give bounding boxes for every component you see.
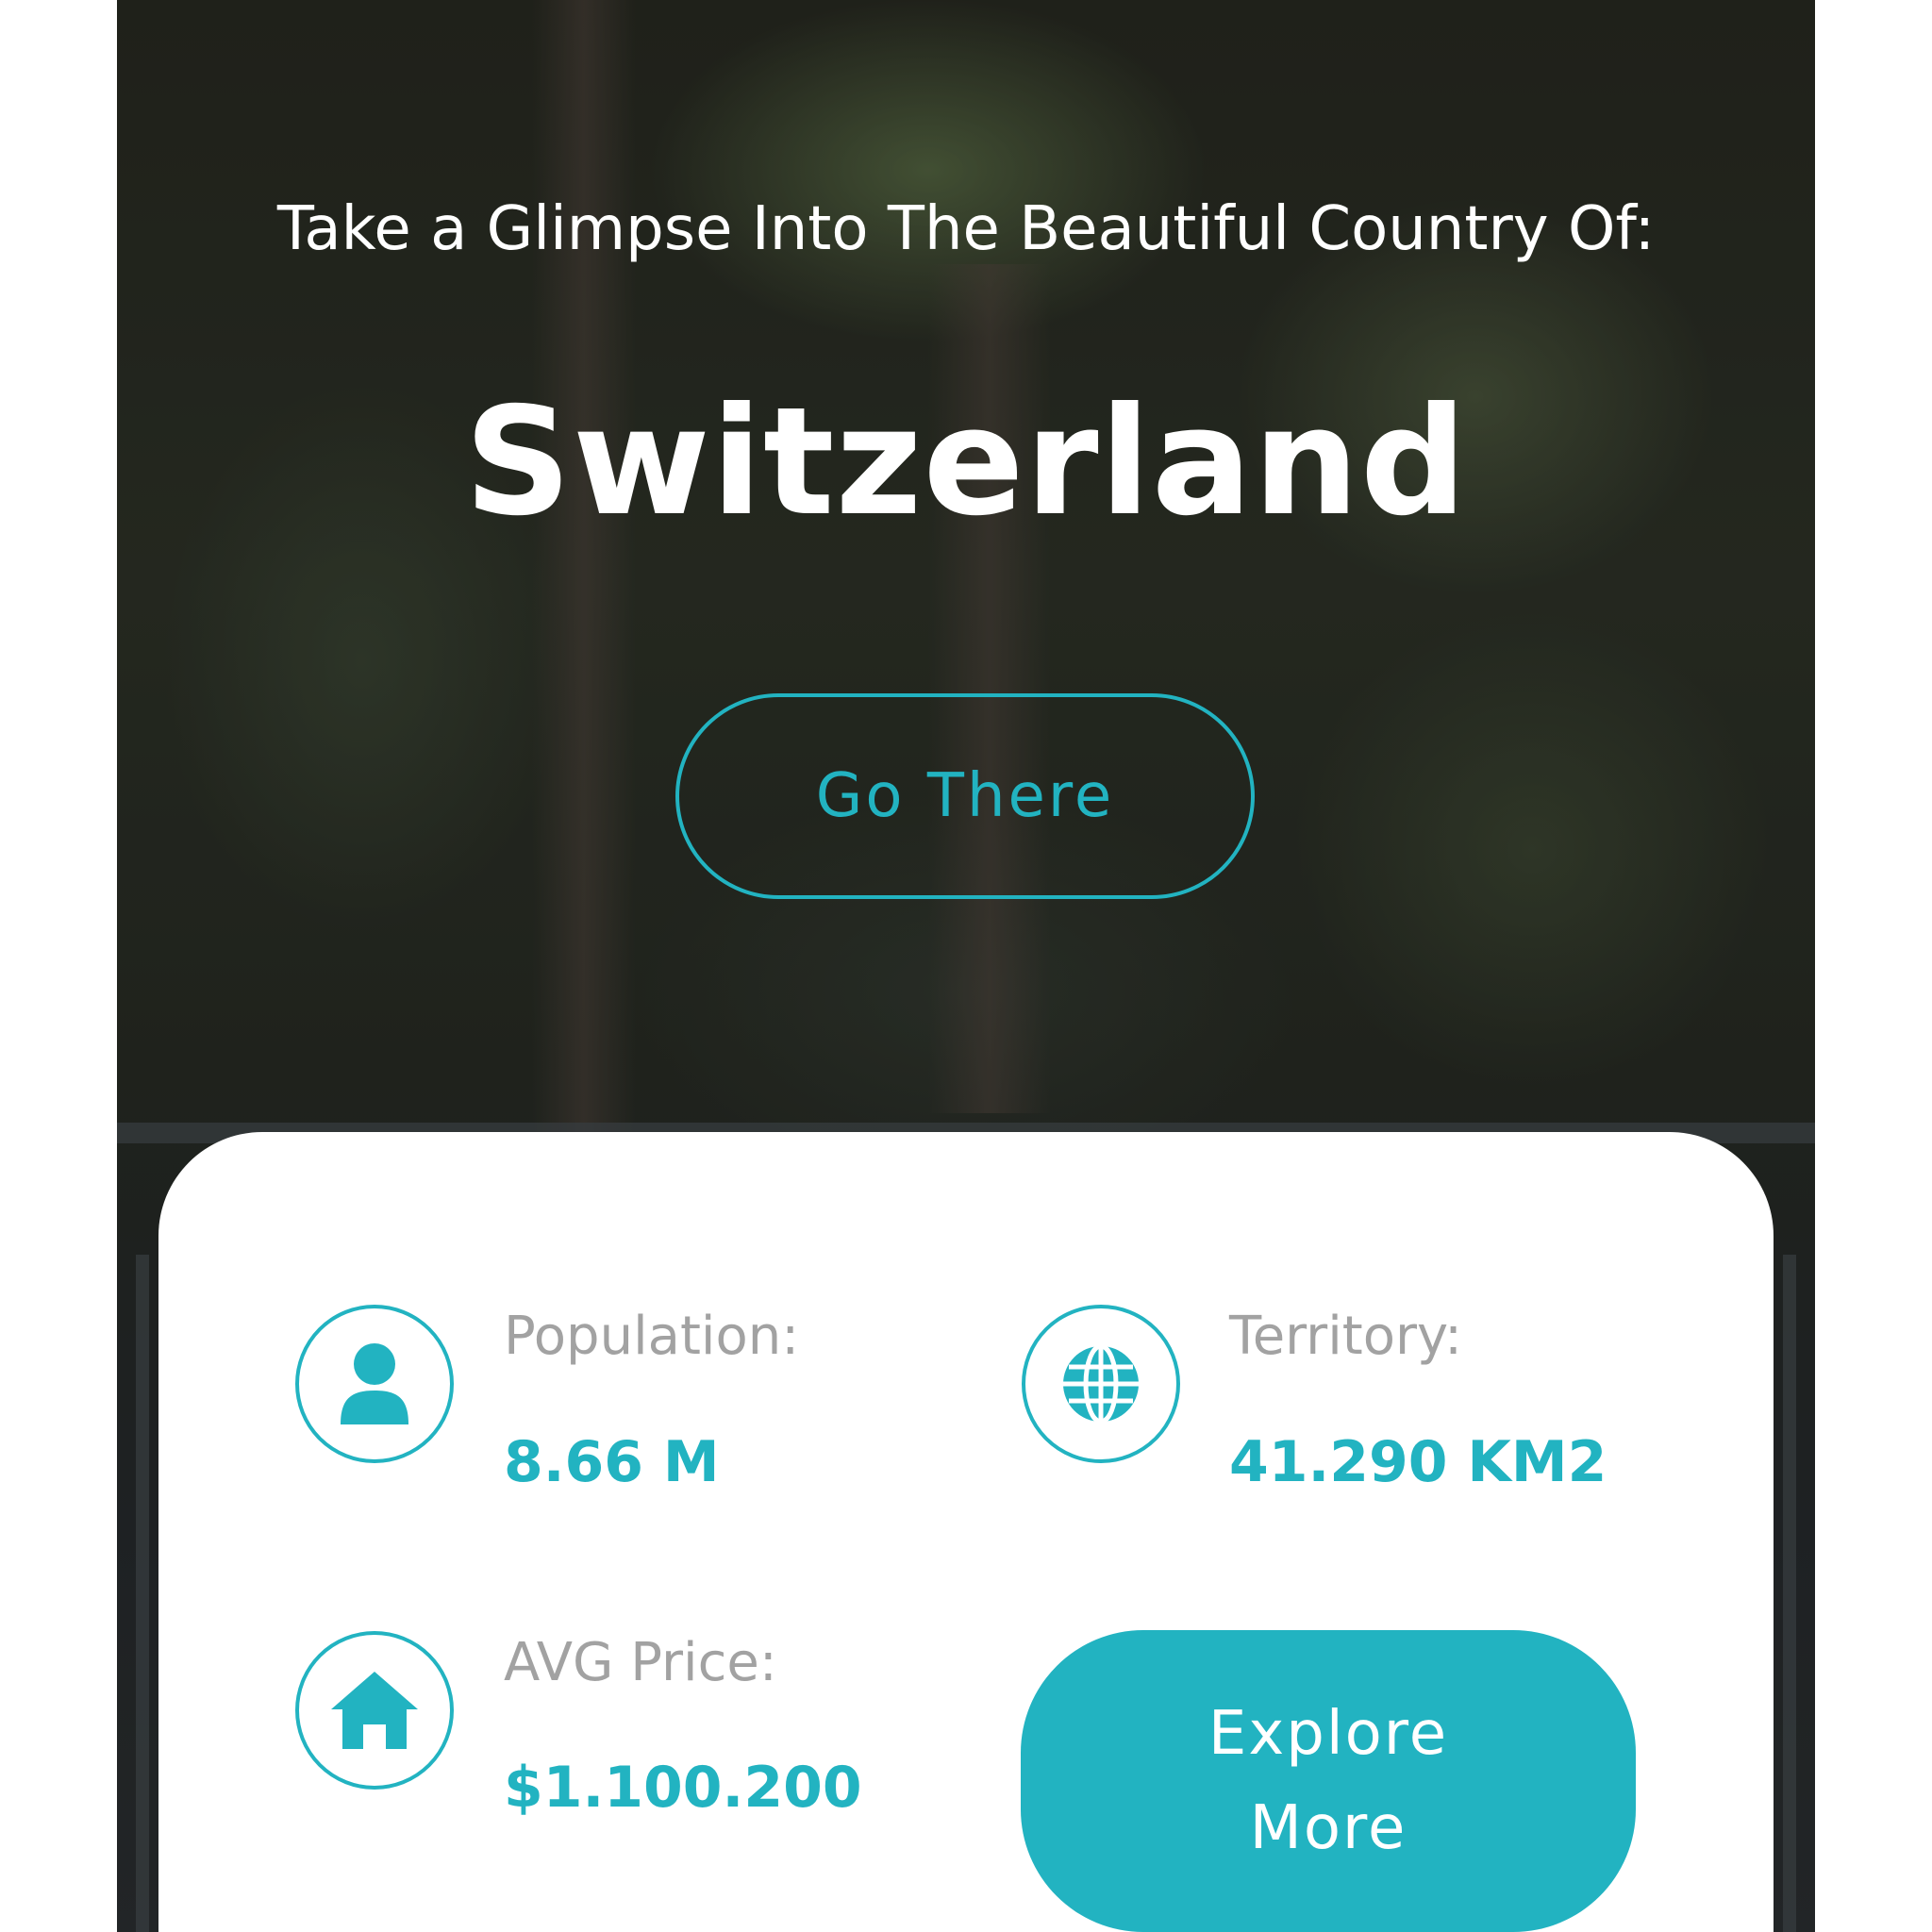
avg-price-label: AVG Price:	[504, 1632, 777, 1693]
explore-more-label-line2: More	[1249, 1793, 1407, 1863]
avg-price-value: $1.100.200	[504, 1755, 862, 1821]
go-there-button[interactable]: Go There	[675, 693, 1255, 899]
explore-more-label-line1: Explore	[1208, 1699, 1449, 1769]
person-icon	[295, 1305, 454, 1463]
territory-label: Territory:	[1229, 1306, 1462, 1367]
globe-icon	[1022, 1305, 1180, 1463]
page: Take a Glimpse Into The Beautiful Countr…	[0, 0, 1932, 1932]
home-icon	[295, 1631, 454, 1790]
explore-more-button[interactable]: Explore More	[1021, 1630, 1636, 1932]
territory-value: 41.290 KM2	[1229, 1429, 1607, 1495]
country-title: Switzerland	[464, 375, 1468, 549]
population-label: Population:	[504, 1306, 800, 1367]
population-value: 8.66 M	[504, 1429, 720, 1495]
hero-subtitle: Take a Glimpse Into The Beautiful Countr…	[276, 194, 1656, 264]
